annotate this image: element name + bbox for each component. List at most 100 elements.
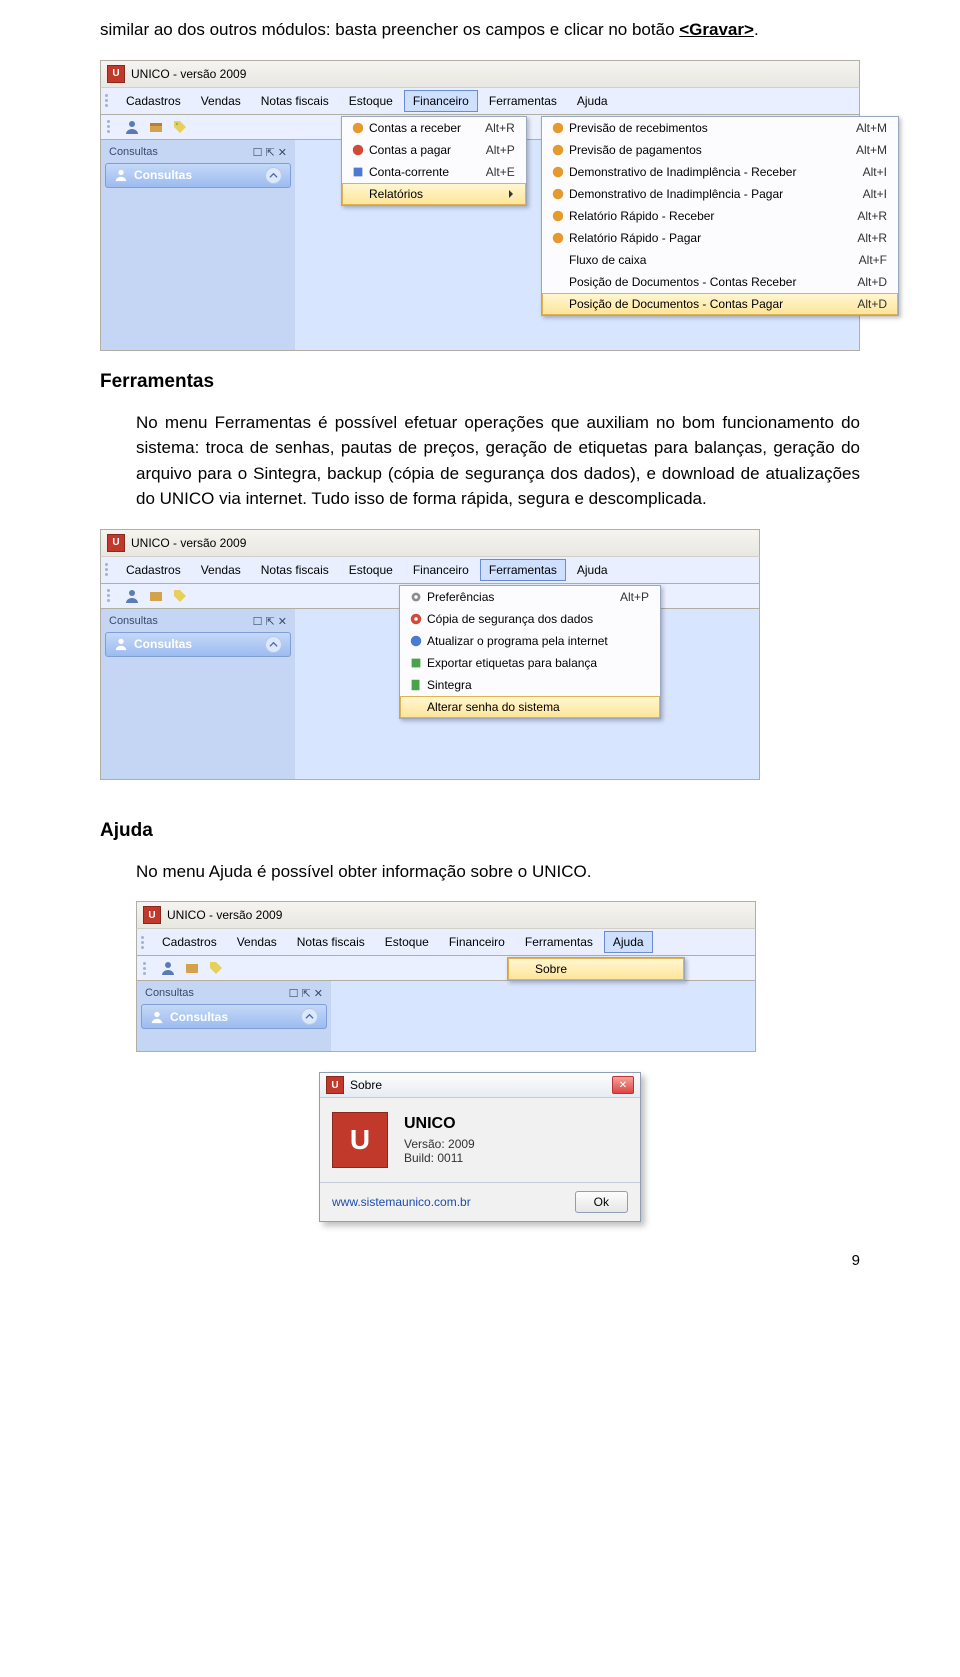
menu-item-contas-pagar[interactable]: Contas a pagar Alt+P [342, 139, 526, 161]
chevron-up-icon[interactable] [265, 636, 282, 653]
sidebar-item-consultas[interactable]: Consultas [141, 1004, 327, 1029]
menu-item-label: Posição de Documentos - Contas Pagar [569, 297, 783, 311]
menu-notas-fiscais[interactable]: Notas fiscais [288, 931, 374, 953]
menu-ferramentas[interactable]: Ferramentas [480, 90, 566, 112]
user-icon [551, 143, 565, 157]
menu-ajuda[interactable]: Ajuda [568, 559, 617, 581]
toolbar-tag-icon[interactable] [207, 959, 225, 977]
menu-item-label: Cópia de segurança dos dados [427, 612, 593, 626]
chevron-up-icon[interactable] [301, 1008, 318, 1025]
user-icon [551, 121, 565, 135]
menu-estoque[interactable]: Estoque [376, 931, 438, 953]
user-icon [551, 209, 565, 223]
menu-item-copia-seguranca[interactable]: Cópia de segurança dos dados [400, 608, 660, 630]
menu-shortcut: Alt+D [833, 297, 887, 311]
toolbar-person-icon[interactable] [123, 587, 141, 605]
menu-vendas[interactable]: Vendas [192, 90, 250, 112]
screenshot-ajuda: U UNICO - versão 2009 Cadastros Vendas N… [136, 901, 756, 1052]
grip-icon [107, 589, 115, 602]
window-titlebar: U UNICO - versão 2009 [100, 60, 860, 88]
toolbar-box-icon[interactable] [147, 587, 165, 605]
toolbar-box-icon[interactable] [147, 118, 165, 136]
toolbar-person-icon[interactable] [159, 959, 177, 977]
menu-vendas[interactable]: Vendas [228, 931, 286, 953]
grip-icon [105, 559, 113, 581]
toolbar-tag-icon[interactable] [171, 118, 189, 136]
menu-ajuda[interactable]: Ajuda [568, 90, 617, 112]
close-icon[interactable]: ✕ [612, 1076, 634, 1094]
ok-button[interactable]: Ok [575, 1191, 628, 1213]
sidebar-item-label: Consultas [134, 637, 192, 651]
menu-estoque[interactable]: Estoque [340, 559, 402, 581]
menu-financeiro[interactable]: Financeiro [440, 931, 514, 953]
sidebar-item-label: Consultas [134, 168, 192, 182]
submenu-previsao-pagamentos[interactable]: Previsão de pagamentosAlt+M [542, 139, 898, 161]
sidebar-item-consultas[interactable]: Consultas [105, 163, 291, 188]
export-icon [409, 656, 423, 670]
menu-item-preferencias[interactable]: PreferênciasAlt+P [400, 586, 660, 608]
menu-notas-fiscais[interactable]: Notas fiscais [252, 559, 338, 581]
menu-item-exportar-etiquetas[interactable]: Exportar etiquetas para balança [400, 652, 660, 674]
grip-icon [143, 962, 151, 975]
about-info: UNICO Versão: 2009 Build: 0011 [404, 1115, 475, 1165]
submenu-relatorio-rapido-receber[interactable]: Relatório Rápido - ReceberAlt+R [542, 205, 898, 227]
menu-cadastros[interactable]: Cadastros [153, 931, 226, 953]
menu-vendas[interactable]: Vendas [192, 559, 250, 581]
bank-icon [351, 165, 365, 179]
menu-shortcut: Alt+R [461, 121, 515, 135]
menu-item-label: Conta-corrente [369, 165, 449, 179]
menu-ferramentas[interactable]: Ferramentas [480, 559, 566, 581]
menu-item-label: Previsão de recebimentos [569, 121, 708, 135]
sidebar-item-consultas[interactable]: Consultas [105, 632, 291, 657]
menu-notas-fiscais[interactable]: Notas fiscais [252, 90, 338, 112]
menu-item-atualizar-internet[interactable]: Atualizar o programa pela internet [400, 630, 660, 652]
submenu-fluxo-caixa[interactable]: Fluxo de caixaAlt+F [542, 249, 898, 271]
user-icon [551, 231, 565, 245]
menu-cadastros[interactable]: Cadastros [117, 90, 190, 112]
person-icon [150, 1010, 164, 1024]
toolbar-person-icon[interactable] [123, 118, 141, 136]
sidebar-item-label: Consultas [170, 1010, 228, 1024]
coin-icon [351, 143, 365, 157]
app-logo-icon: U [143, 906, 161, 924]
menu-item-sintegra[interactable]: Sintegra [400, 674, 660, 696]
menu-item-relatorios[interactable]: Relatórios [342, 183, 526, 205]
submenu-inadimplencia-receber[interactable]: Demonstrativo de Inadimplência - Receber… [542, 161, 898, 183]
window-titlebar: U UNICO - versão 2009 [136, 901, 756, 929]
ajuda-menu: Sobre [507, 957, 685, 981]
menu-cadastros[interactable]: Cadastros [117, 559, 190, 581]
side-panel-header: Consultas ☐ ⇱ ✕ [105, 144, 291, 161]
submenu-posicao-contas-pagar[interactable]: Posição de Documentos - Contas Pagar Alt+… [542, 293, 898, 315]
window-title: UNICO - versão 2009 [131, 536, 246, 550]
menu-ferramentas[interactable]: Ferramentas [516, 931, 602, 953]
person-icon [114, 637, 128, 651]
menu-item-label: Contas a receber [369, 121, 461, 135]
side-panel-header: Consultas ☐ ⇱ ✕ [105, 613, 291, 630]
menu-item-alterar-senha[interactable]: Alterar senha do sistema [400, 696, 660, 718]
menu-shortcut: Alt+P [462, 143, 515, 157]
chevron-up-icon[interactable] [265, 167, 282, 184]
globe-icon [409, 634, 423, 648]
menu-item-label: Relatórios [369, 187, 423, 201]
submenu-previsao-recebimentos[interactable]: Previsão de recebimentosAlt+M [542, 117, 898, 139]
submenu-posicao-contas-receber[interactable]: Posição de Documentos - Contas ReceberAl… [542, 271, 898, 293]
menu-item-contas-receber[interactable]: Contas a receber Alt+R [342, 117, 526, 139]
menu-financeiro[interactable]: Financeiro [404, 90, 478, 112]
menu-ajuda[interactable]: Ajuda [604, 931, 653, 953]
menu-item-sobre[interactable]: Sobre [508, 958, 684, 980]
intro-text: similar ao dos outros módulos: basta pre… [100, 20, 679, 39]
about-website-link[interactable]: www.sistemaunico.com.br [332, 1195, 471, 1209]
menu-item-conta-corrente[interactable]: Conta-corrente Alt+E [342, 161, 526, 183]
menu-financeiro[interactable]: Financeiro [404, 559, 478, 581]
ferramentas-menu: PreferênciasAlt+P Cópia de segurança dos… [399, 585, 661, 719]
intro-period: . [754, 20, 759, 39]
screenshot-financeiro: U UNICO - versão 2009 Cadastros Vendas N… [100, 60, 860, 351]
submenu-relatorio-rapido-pagar[interactable]: Relatório Rápido - PagarAlt+R [542, 227, 898, 249]
side-panel-header: Consultas ☐ ⇱ ✕ [141, 985, 327, 1002]
toolbar-box-icon[interactable] [183, 959, 201, 977]
ferramentas-heading: Ferramentas [100, 371, 860, 393]
panel-title: Consultas [109, 615, 158, 628]
toolbar-tag-icon[interactable] [171, 587, 189, 605]
menu-estoque[interactable]: Estoque [340, 90, 402, 112]
submenu-inadimplencia-pagar[interactable]: Demonstrativo de Inadimplência - PagarAl… [542, 183, 898, 205]
